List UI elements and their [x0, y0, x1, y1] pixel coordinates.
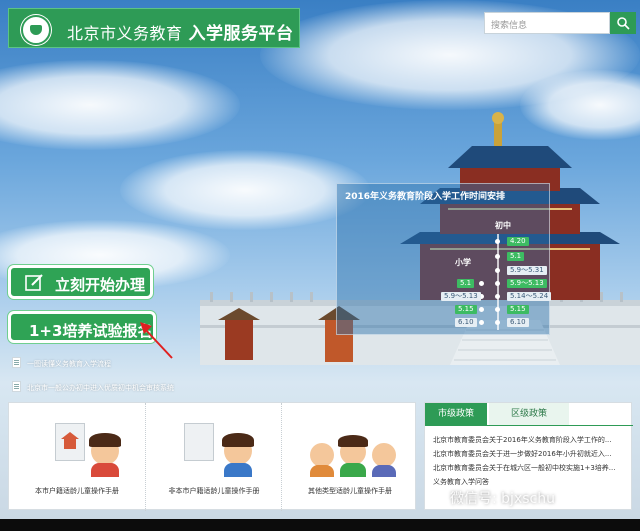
quality-school-system-link[interactable]: 北京市一般公办初中进入优质初中机会审核系统 [27, 383, 174, 393]
child-shirt [224, 463, 252, 477]
primary-date: 5.9～5.13 [441, 292, 481, 301]
other-manual-card[interactable]: 其他类型适龄儿童操作手册 [281, 403, 417, 511]
education-emblem-icon [21, 15, 51, 45]
primary-date: 5.15 [455, 305, 477, 314]
bottom-bar [0, 519, 640, 531]
junior-date: 6.10 [507, 318, 529, 327]
other-manual-label: 其他类型适龄儿童操作手册 [308, 487, 392, 495]
manual-book-icon [184, 423, 214, 461]
admission-schedule-panel: 2016年义务教育阶段入学工作时间安排 初中 小学 4.20 5.1 5.9～5… [336, 183, 552, 335]
search-button[interactable] [610, 12, 636, 34]
tab-district-policy[interactable]: 区级政策 [489, 403, 569, 425]
junior-column-label: 初中 [495, 221, 511, 230]
policy-news-item[interactable]: 北京市教育委员会关于进一步做好2016年小升初就近入... [433, 449, 629, 459]
wechat-icon [427, 488, 445, 502]
signup-1-3-label: 1+3培养试验报名 [29, 322, 153, 340]
start-application-label: 立刻开始办理 [55, 276, 146, 294]
pointer-arrow [140, 322, 173, 359]
child-shirt [372, 465, 396, 477]
search-input[interactable]: 搜索信息 [484, 12, 610, 34]
process-guide-link[interactable]: 一图读懂义务教育入学流程 [27, 359, 111, 369]
timeline-dot [495, 268, 500, 273]
site-name: 北京市义务教育 [67, 24, 183, 43]
child-hair [222, 433, 254, 447]
timeline-dot [479, 281, 484, 286]
signup-1-3-button[interactable]: 1+3培养试验报名 [8, 311, 156, 343]
junior-date: 5.9～5.13 [507, 279, 547, 288]
child-shirt [310, 465, 334, 477]
junior-date: 5.9～5.31 [507, 266, 547, 275]
search-icon [617, 17, 630, 30]
junior-date: 4.20 [507, 237, 529, 246]
temple-icon [61, 432, 79, 449]
platform-name: 入学服务平台 [188, 24, 294, 44]
site-title: 北京市义务教育 入学服务平台 [67, 19, 294, 44]
junior-date: 5.1 [507, 252, 525, 261]
child-shirt [91, 463, 119, 477]
wechat-watermark: 微信号: bjxschu [450, 491, 555, 507]
start-application-button[interactable]: 立刻开始办理 [8, 265, 153, 299]
nonlocal-manual-card[interactable]: 非本市户籍适龄儿童操作手册 [145, 403, 281, 511]
junior-date: 5.14～5.24 [507, 292, 552, 301]
child-shirt [340, 463, 366, 477]
document-icon [12, 357, 21, 368]
timeline-dot [479, 307, 484, 312]
timeline-dot [495, 307, 500, 312]
timeline-dot [495, 239, 500, 244]
nonlocal-manual-label: 非本市户籍适龄儿童操作手册 [168, 487, 260, 495]
timeline-dot [495, 294, 500, 299]
primary-column-label: 小学 [455, 258, 471, 267]
junior-date: 5.15 [507, 305, 529, 314]
policy-news-item[interactable]: 北京市教育委员会关于在城六区一般初中校实施1+3培养... [433, 463, 629, 473]
document-icon [12, 381, 21, 392]
local-manual-label: 本市户籍适龄儿童操作手册 [35, 487, 119, 495]
primary-date: 5.1 [457, 279, 475, 288]
timeline-dot [495, 320, 500, 325]
schedule-title: 2016年义务教育阶段入学工作时间安排 [345, 192, 506, 202]
policy-news-item[interactable]: 北京市教育委员会关于2016年义务教育阶段入学工作的... [433, 435, 629, 445]
child-avatar-icon [310, 443, 334, 467]
child-hair [338, 435, 368, 447]
site-logo-bar[interactable]: 北京市义务教育 入学服务平台 [8, 8, 300, 48]
local-manual-card[interactable]: 本市户籍适龄儿童操作手册 [9, 403, 145, 511]
primary-date: 6.10 [455, 318, 477, 327]
tab-divider [425, 425, 633, 426]
manuals-panel: 本市户籍适龄儿童操作手册 非本市户籍适龄儿童操作手册 其他类型适龄儿童操作手册 [8, 402, 417, 511]
tab-city-policy[interactable]: 市级政策 [425, 403, 487, 425]
child-hair [89, 433, 121, 447]
timeline-dot [495, 254, 500, 259]
policy-news-item[interactable]: 义务教育入学问答 [433, 477, 629, 487]
pen-icon [25, 274, 43, 291]
child-avatar-icon [372, 443, 396, 467]
timeline-dot [495, 281, 500, 286]
timeline-dot [479, 320, 484, 325]
